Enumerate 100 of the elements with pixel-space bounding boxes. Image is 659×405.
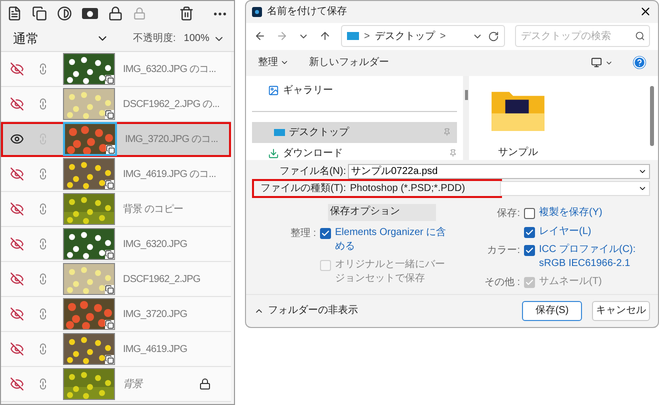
close-icon[interactable]	[639, 5, 652, 18]
layer-row[interactable]: 背景 のコピー	[1, 192, 231, 227]
refresh-icon[interactable]	[488, 30, 499, 42]
layer-name: IMG_3720.JPG	[123, 308, 188, 322]
layer-row[interactable]: IMG_6320.JPG	[1, 227, 231, 262]
smart-object-icon	[105, 75, 114, 84]
option-label[interactable]: Elements Organizer に含める	[335, 226, 453, 254]
address-bar[interactable]: > デスクトップ >	[341, 25, 505, 48]
layer-row[interactable]: IMG_3720.JPG のコ...	[1, 122, 231, 157]
layer-name: IMG_4619.JPG のコ...	[123, 168, 216, 182]
up-icon[interactable]	[319, 30, 331, 42]
view-icon[interactable]	[591, 57, 613, 68]
link-icon[interactable]	[37, 203, 49, 215]
layer-row[interactable]: IMG_4619.JPG	[1, 332, 231, 367]
hidden-eye-icon[interactable]	[10, 62, 24, 76]
checkbox[interactable]	[524, 244, 535, 256]
smart-object-icon	[105, 285, 114, 294]
layer-name: 背景	[123, 378, 142, 392]
nav-item[interactable]: ギャラリー	[246, 80, 463, 101]
layer-name: IMG_4619.JPG	[123, 342, 188, 356]
checkbox[interactable]	[320, 228, 331, 239]
hidden-eye-icon[interactable]	[10, 272, 24, 286]
back-icon[interactable]	[254, 30, 266, 42]
mask-icon[interactable]	[82, 8, 98, 19]
link-icon[interactable]	[37, 378, 49, 390]
layer-row[interactable]: IMG_4619.JPG のコ...	[1, 157, 231, 192]
layer-row[interactable]: IMG_6320.JPG のコ...	[1, 52, 231, 87]
smart-object-icon	[105, 180, 114, 189]
desktop-icon	[347, 32, 359, 40]
hidden-eye-icon[interactable]	[10, 377, 24, 391]
opacity-label: 不透明度:	[133, 32, 176, 46]
new-folder-button[interactable]: 新しいフォルダー	[309, 55, 389, 70]
smart-object-icon	[105, 320, 114, 329]
layer-row[interactable]: IMG_3720.JPG	[1, 297, 231, 332]
layer-row[interactable]: DSCF1962_2.JPG の...	[1, 87, 231, 122]
field-label: ファイル名(N):	[279, 164, 346, 179]
app-icon	[252, 6, 262, 17]
option-label[interactable]: ICC プロファイル(C): sRGB IEC61966-2.1	[539, 242, 657, 271]
pin-icon	[449, 149, 457, 158]
smart-object-icon	[105, 355, 114, 364]
pin-icon	[443, 128, 451, 136]
nav-item[interactable]: デスクトップ	[252, 122, 457, 143]
layer-row[interactable]: 背景	[1, 367, 231, 402]
hidden-eye-icon[interactable]	[10, 342, 24, 356]
lock-icon[interactable]	[108, 6, 123, 21]
adjustment-icon[interactable]	[57, 6, 72, 21]
save-button[interactable]: 保存(S)	[522, 300, 582, 321]
option-label[interactable]: レイヤー(L)	[539, 224, 657, 239]
desktop-icon	[274, 128, 285, 136]
breadcrumb-separator: >	[364, 30, 370, 44]
breadcrumb-separator: >	[440, 30, 446, 44]
smart-object-icon	[105, 250, 114, 259]
link-icon[interactable]	[37, 238, 49, 250]
breadcrumb[interactable]: デスクトップ	[374, 28, 435, 44]
option-group-label: その他 :	[484, 276, 520, 290]
layer-name: IMG_3720.JPG のコ...	[125, 132, 218, 146]
link-icon[interactable]	[37, 308, 49, 320]
cancel-button[interactable]: キャンセル	[592, 300, 650, 321]
opacity-dropdown[interactable]: 100%	[184, 31, 226, 46]
layer-name: IMG_6320.JPG のコ...	[123, 62, 216, 76]
gallery-icon	[268, 84, 279, 96]
eye-icon[interactable]	[10, 132, 24, 146]
window-title: 名前を付けて保存	[267, 5, 347, 20]
layer-name: IMG_6320.JPG	[123, 238, 188, 252]
duplicate-icon[interactable]	[32, 6, 47, 21]
folder-name[interactable]: サンプル	[498, 144, 538, 160]
link-icon[interactable]	[37, 273, 49, 285]
blend-mode-dropdown[interactable]: 通常	[13, 28, 109, 48]
section-header: 保存オプション	[328, 204, 436, 221]
help-icon[interactable]	[633, 56, 646, 70]
new-layer-icon[interactable]	[7, 6, 22, 21]
nav-item[interactable]: ダウンロード	[246, 142, 463, 164]
option-group-label: 保存:	[497, 206, 520, 221]
link-icon[interactable]	[37, 343, 49, 355]
file-type-value: Photoshop (*.PSD;*.PDD)	[350, 182, 466, 196]
option-label[interactable]: 複製を保存(Y)	[539, 206, 657, 220]
search-field[interactable]: デスクトップの検索	[515, 25, 650, 48]
file-name-field[interactable]: サンプル0722a.psd	[348, 164, 650, 179]
hidden-eye-icon[interactable]	[10, 307, 24, 321]
hidden-eye-icon[interactable]	[10, 167, 24, 181]
hidden-eye-icon[interactable]	[10, 237, 24, 251]
smart-object-icon	[105, 110, 114, 119]
trash-icon[interactable]	[179, 6, 194, 21]
link-icon[interactable]	[37, 98, 49, 110]
search-icon[interactable]	[635, 31, 645, 42]
checkbox[interactable]	[524, 208, 535, 219]
layer-name: DSCF1962_2.JPG の...	[123, 98, 220, 112]
layer-name: 背景 のコピー	[123, 202, 183, 216]
hidden-eye-icon[interactable]	[10, 97, 24, 111]
transparency-lock-icon	[199, 378, 211, 390]
option-group-label: カラー:	[487, 244, 520, 258]
download-icon	[268, 148, 279, 159]
hide-folders-button[interactable]: フォルダーの非表示	[254, 303, 358, 318]
checkbox[interactable]	[524, 226, 535, 238]
link-icon[interactable]	[37, 168, 49, 180]
link-icon[interactable]	[37, 63, 49, 75]
organize-menu[interactable]: 整理	[258, 55, 289, 70]
layer-row[interactable]: DSCF1962_2.JPG	[1, 262, 231, 297]
hidden-eye-icon[interactable]	[10, 202, 24, 216]
smart-object-icon	[106, 145, 115, 154]
